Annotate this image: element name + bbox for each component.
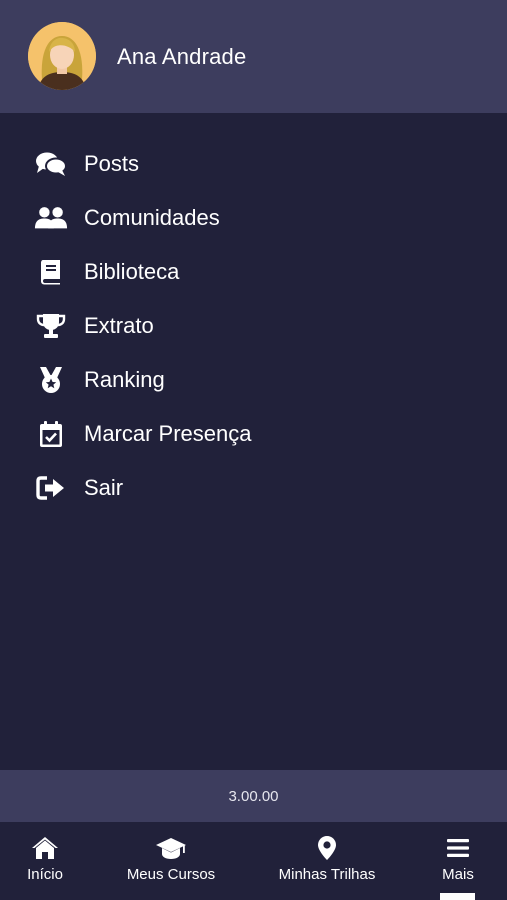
user-name: Ana Andrade <box>117 44 247 69</box>
comments-icon <box>34 149 68 179</box>
menu-item-label: Sair <box>84 475 124 500</box>
nav-label: Meus Cursos <box>126 866 216 883</box>
calendar-check-icon <box>34 419 68 449</box>
menu-item-label: Ranking <box>84 367 165 392</box>
nav-mais[interactable]: Mais <box>436 822 480 900</box>
home-icon <box>31 834 59 862</box>
nav-label: Minhas Trilhas <box>278 866 376 883</box>
avatar[interactable] <box>28 22 96 90</box>
menu-item-label: Posts <box>84 151 140 176</box>
menu-item-ranking[interactable]: Ranking <box>0 353 507 407</box>
menu-item-marcar-presenca[interactable]: Marcar Presença <box>0 407 507 461</box>
menu-item-posts[interactable]: Posts <box>0 137 507 191</box>
bottom-navigation: Início Meus Cursos Minhas Trilhas Mais <box>0 822 507 900</box>
app-version: 3.00.00 <box>228 787 279 805</box>
menu-icon <box>446 834 470 862</box>
nav-minhas-trilhas[interactable]: Minhas Trilhas <box>270 822 384 900</box>
trophy-icon <box>34 311 68 341</box>
menu-item-biblioteca[interactable]: Biblioteca <box>0 245 507 299</box>
drawer-menu: Posts Comunidades Biblioteca Extrato Ran… <box>0 137 507 515</box>
menu-item-extrato[interactable]: Extrato <box>0 299 507 353</box>
menu-item-comunidades[interactable]: Comunidades <box>0 191 507 245</box>
map-marker-icon <box>317 834 337 862</box>
nav-meus-cursos[interactable]: Meus Cursos <box>118 822 224 900</box>
menu-item-label: Comunidades <box>84 205 220 230</box>
graduation-cap-icon <box>155 834 187 862</box>
menu-item-label: Biblioteca <box>84 259 180 284</box>
nav-label: Início <box>27 866 63 883</box>
users-icon <box>34 203 68 233</box>
menu-item-label: Marcar Presença <box>84 421 252 446</box>
menu-item-sair[interactable]: Sair <box>0 461 507 515</box>
nav-label: Mais <box>442 866 474 883</box>
nav-inicio[interactable]: Início <box>16 822 74 900</box>
drawer-header: Ana Andrade <box>0 0 507 113</box>
user-avatar-icon <box>28 22 96 90</box>
medal-icon <box>34 365 68 395</box>
active-tab-indicator <box>440 893 475 900</box>
menu-item-label: Extrato <box>84 313 154 338</box>
version-bar: 3.00.00 <box>0 770 507 822</box>
sign-out-icon <box>34 473 68 503</box>
book-icon <box>34 257 68 287</box>
